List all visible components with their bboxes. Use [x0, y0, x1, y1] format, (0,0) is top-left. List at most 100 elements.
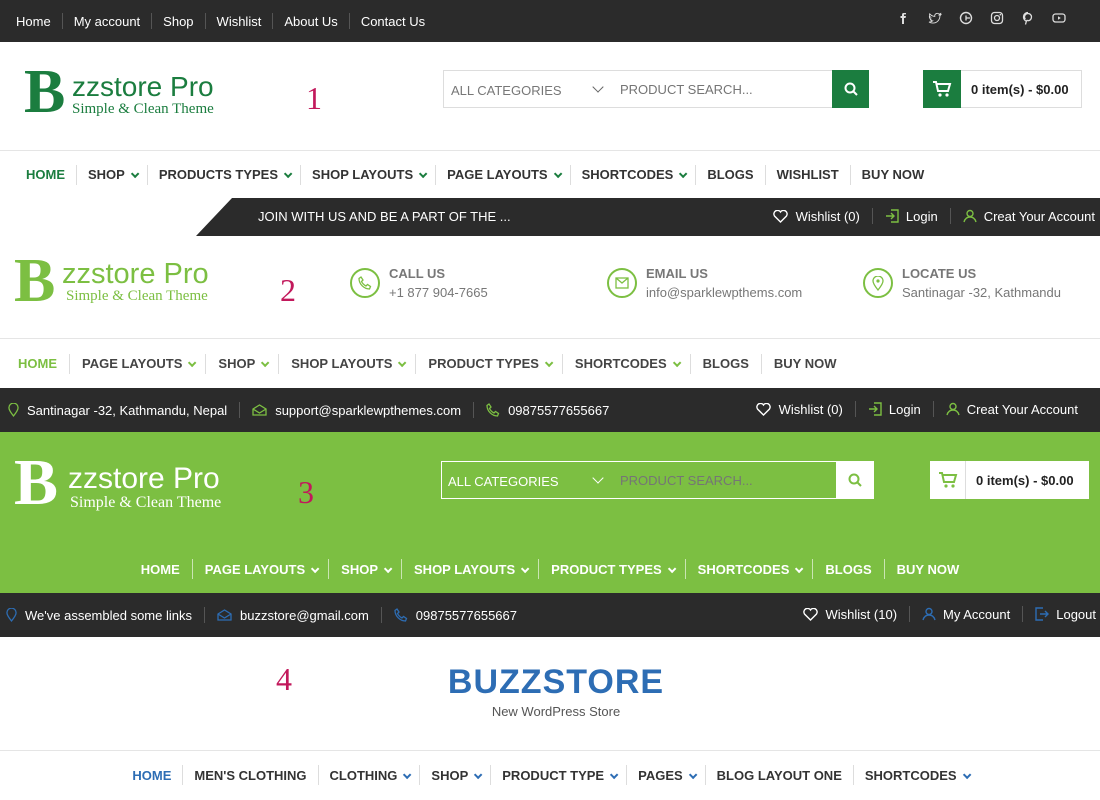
- menu-item-shop[interactable]: SHOP: [206, 356, 278, 371]
- site-logo[interactable]: B zzstore Pro Simple & Clean Theme: [22, 61, 242, 125]
- email-link[interactable]: buzzstore@gmail.com: [240, 608, 369, 623]
- site-logo[interactable]: BUZZSTORE New WordPress Store: [400, 663, 712, 719]
- menu-item-blog-layout-one[interactable]: BLOG LAYOUT ONE: [706, 768, 853, 783]
- chevron-down-icon: [188, 358, 197, 368]
- chevron-down-icon: [261, 358, 270, 368]
- create-account-link[interactable]: Creat Your Account: [967, 402, 1078, 417]
- menu-item-buy-now[interactable]: BUY NOW: [851, 167, 936, 182]
- menu-item-buy-now[interactable]: BUY NOW: [762, 356, 849, 371]
- search-button[interactable]: [836, 461, 874, 499]
- menu-item-products-types[interactable]: PRODUCTS TYPES: [148, 167, 300, 182]
- menu-item-shortcodes[interactable]: SHORTCODES: [571, 167, 696, 182]
- cart-button[interactable]: 0 item(s) - $0.00: [930, 461, 1089, 499]
- menu-item-home[interactable]: HOME: [18, 356, 69, 371]
- menu-item-home[interactable]: HOME: [129, 562, 192, 577]
- category-select[interactable]: ALL CATEGORIES: [441, 461, 611, 499]
- cart-icon: [933, 80, 952, 97]
- menu-item-shortcodes[interactable]: SHORTCODES: [854, 768, 979, 783]
- variant-label: 1: [306, 80, 322, 116]
- my-account-link[interactable]: My Account: [943, 607, 1010, 622]
- search-button[interactable]: [832, 70, 869, 108]
- chevron-down-icon: [667, 564, 677, 573]
- site-logo[interactable]: B zzstore Pro Simple & Clean Theme: [14, 450, 254, 520]
- pinterest-icon[interactable]: [1021, 11, 1035, 25]
- menu-item-buy-now[interactable]: BUY NOW: [885, 562, 972, 577]
- cart-button[interactable]: 0 item(s) - $0.00: [923, 69, 1082, 108]
- menu-item-home[interactable]: HOME: [26, 167, 76, 182]
- logo-title: zzstore Pro: [68, 462, 220, 495]
- menu-item-blogs[interactable]: BLOGS: [696, 167, 764, 182]
- menu-item-shop-layouts[interactable]: SHOP LAYOUTS: [279, 356, 415, 371]
- menu-item-clothing[interactable]: CLOTHING: [319, 768, 420, 783]
- menu-item-shop[interactable]: SHOP: [329, 562, 401, 577]
- category-select-value: ALL CATEGORIES: [448, 474, 559, 489]
- main-menu: HOME SHOP PRODUCTS TYPES SHOP LAYOUTS PAGE L…: [0, 151, 1100, 198]
- top-bar: Home My account Shop Wishlist About Us Contac…: [0, 0, 1100, 42]
- call-value[interactable]: +1 877 904-7665: [389, 285, 488, 300]
- menu-item-shop-layouts[interactable]: SHOP LAYOUTS: [301, 167, 435, 182]
- menu-item-pages[interactable]: PAGES: [627, 768, 705, 783]
- youtube-icon[interactable]: [1052, 11, 1066, 25]
- menu-item-shop-layouts[interactable]: SHOP LAYOUTS: [402, 562, 538, 577]
- chevron-down-icon: [592, 81, 604, 93]
- contact-locate: LOCATE US Santinagar -32, Kathmandu: [863, 266, 1061, 300]
- top-nav-link[interactable]: Contact Us: [361, 14, 425, 29]
- menu-item-product-types[interactable]: PRODUCT TYPES: [539, 562, 685, 577]
- location-icon: [8, 403, 19, 417]
- cart-summary: 0 item(s) - $0.00: [976, 472, 1074, 488]
- user-icon: [946, 402, 960, 416]
- instagram-icon[interactable]: [990, 11, 1004, 25]
- category-select[interactable]: ALL CATEGORIES: [443, 70, 611, 108]
- top-nav-link[interactable]: Home: [16, 14, 51, 29]
- phone-link[interactable]: 09875577655667: [416, 608, 517, 623]
- menu-item-page-layouts[interactable]: PAGE LAYOUTS: [70, 356, 205, 371]
- menu-item-men-s-clothing[interactable]: MEN'S CLOTHING: [183, 768, 317, 783]
- logout-link[interactable]: Logout: [1056, 607, 1096, 622]
- menu-item-shop[interactable]: SHOP: [420, 768, 490, 783]
- phone-link[interactable]: 09875577655667: [508, 403, 609, 418]
- login-link[interactable]: Login: [906, 209, 938, 224]
- menu-item-page-layouts[interactable]: PAGE LAYOUTS: [436, 167, 569, 182]
- menu-item-product-types[interactable]: PRODUCT TYPES: [416, 356, 562, 371]
- top-nav-link[interactable]: My account: [74, 14, 140, 29]
- menu-item-shortcodes[interactable]: SHORTCODES: [563, 356, 690, 371]
- email-icon: [607, 268, 637, 298]
- search-input[interactable]: [610, 461, 837, 499]
- search-icon: [844, 82, 858, 96]
- email-icon: [252, 404, 267, 416]
- menu-item-shop[interactable]: SHOP: [77, 167, 147, 182]
- user-icon: [922, 607, 936, 621]
- email-value[interactable]: info@sparklewpthems.com: [646, 285, 802, 300]
- email-title: EMAIL US: [646, 266, 708, 281]
- login-icon: [885, 209, 899, 223]
- menu-item-home[interactable]: HOME: [121, 768, 182, 783]
- site-logo[interactable]: B zzstore Pro Simple & Clean Theme: [14, 250, 234, 314]
- wishlist-link[interactable]: Wishlist (10): [826, 607, 898, 622]
- menu-item-wishlist[interactable]: WISHLIST: [766, 167, 850, 182]
- wishlist-link[interactable]: Wishlist (0): [796, 209, 860, 224]
- heart-icon: [755, 402, 771, 416]
- top-nav-link[interactable]: Wishlist: [217, 14, 262, 29]
- phone-icon: [486, 403, 500, 417]
- chevron-down-icon: [553, 169, 562, 179]
- email-link[interactable]: support@sparklewpthemes.com: [275, 403, 461, 418]
- create-account-link[interactable]: Creat Your Account: [984, 209, 1095, 224]
- top-nav-link[interactable]: Shop: [163, 14, 193, 29]
- menu-item-blogs[interactable]: BLOGS: [813, 562, 883, 577]
- menu-item-shortcodes[interactable]: SHORTCODES: [686, 562, 813, 577]
- ticker-text[interactable]: JOIN WITH US AND BE A PART OF THE ...: [258, 209, 511, 224]
- top-nav-link[interactable]: About Us: [284, 14, 337, 29]
- login-link[interactable]: Login: [889, 402, 921, 417]
- google-plus-icon[interactable]: [959, 11, 973, 25]
- header-4: We've assembled some links buzzstore@gma…: [0, 593, 1100, 800]
- twitter-icon[interactable]: [928, 11, 942, 25]
- header-1: Home My account Shop Wishlist About Us Contac…: [0, 0, 1100, 198]
- email-icon: [217, 609, 232, 621]
- facebook-icon[interactable]: [897, 11, 911, 25]
- search-input[interactable]: [610, 70, 833, 108]
- wishlist-link[interactable]: Wishlist (0): [779, 402, 843, 417]
- menu-item-page-layouts[interactable]: PAGE LAYOUTS: [193, 562, 328, 577]
- menu-item-product-type[interactable]: PRODUCT TYPE: [491, 768, 626, 783]
- phone-icon: [394, 608, 408, 622]
- menu-item-blogs[interactable]: BLOGS: [691, 356, 761, 371]
